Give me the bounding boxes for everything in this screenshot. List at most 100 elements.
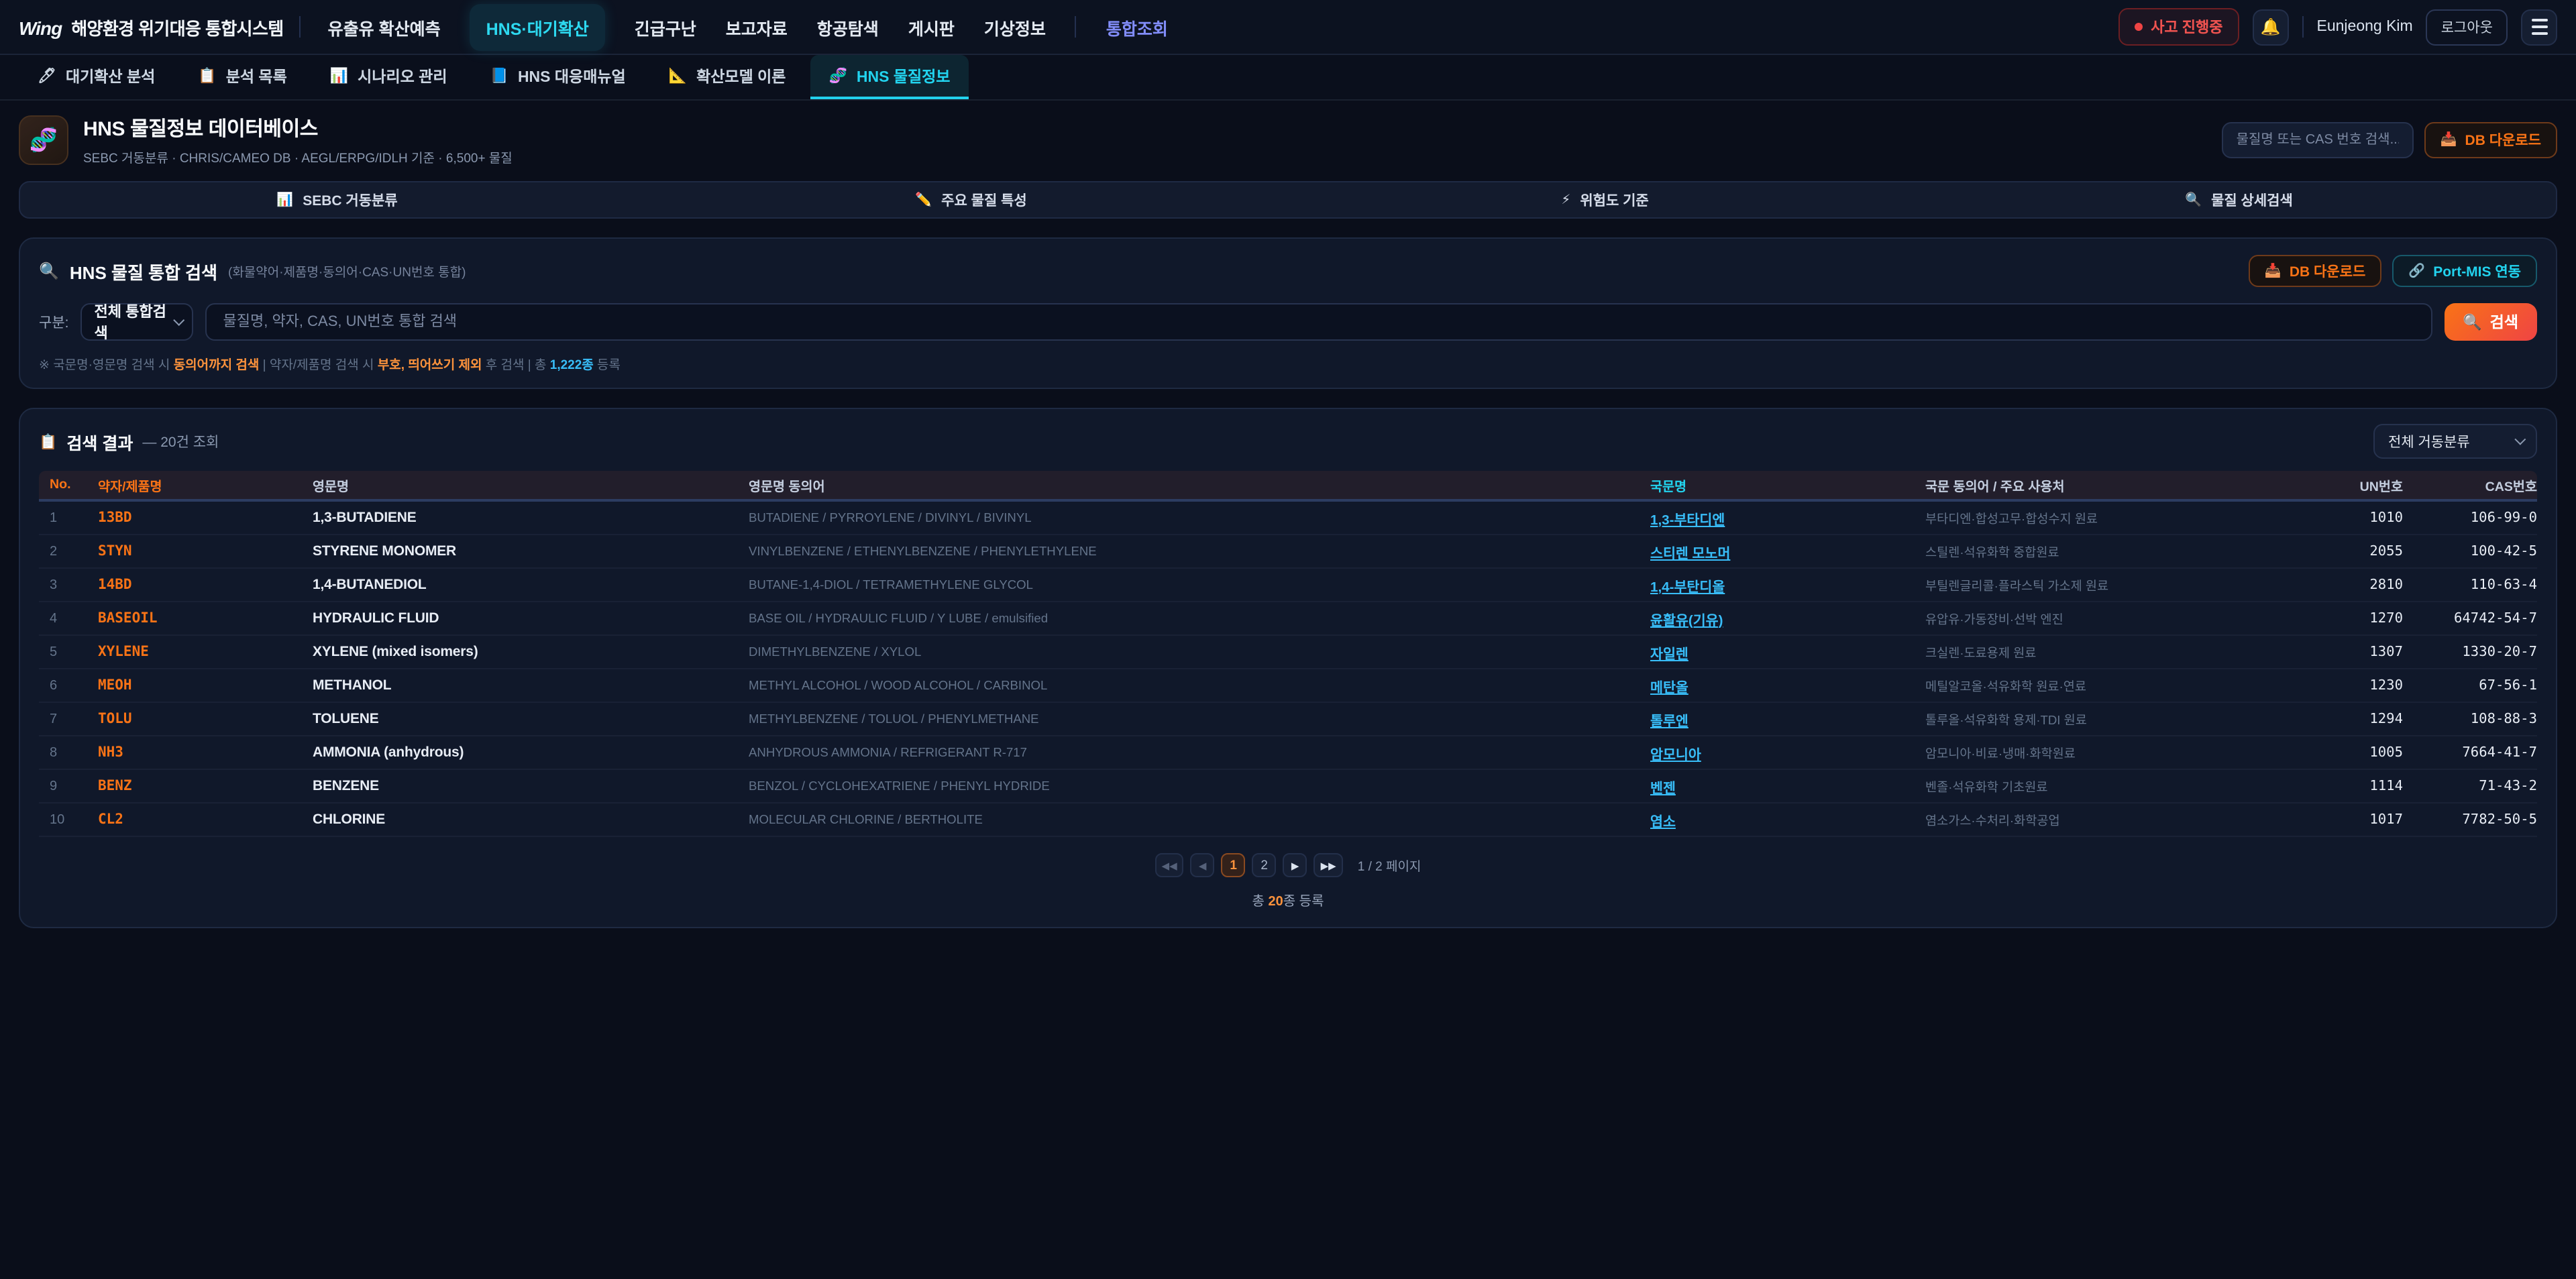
cell-abbr: CL2	[98, 812, 313, 828]
table-row[interactable]: 6 MEOH METHANOL METHYL ALCOHOL / WOOD AL…	[39, 669, 2537, 703]
table-row[interactable]: 1 13BD 1,3-BUTADIENE BUTADIENE / PYRROYL…	[39, 502, 2537, 535]
cell-korean-name-link[interactable]: 암모니아	[1650, 742, 1925, 763]
cell-no: 1	[39, 510, 98, 525]
pagination-last-button[interactable]: ▶▶	[1314, 853, 1343, 877]
cell-abbr: STYN	[98, 543, 313, 559]
db-download-button[interactable]: 📥 DB 다운로드	[2249, 255, 2381, 287]
table-row[interactable]: 7 TOLU TOLUENE METHYLBENZENE / TOLUOL / …	[39, 703, 2537, 736]
page-header-actions: 📥 DB 다운로드	[2222, 122, 2557, 158]
lightning-icon: ⚡	[1561, 192, 1570, 207]
filter-detail-search[interactable]: 🔍 물질 상세검색	[1922, 182, 2556, 217]
tab-hns-manual[interactable]: 📘 HNS 대응매뉴얼	[472, 55, 645, 99]
hint-highlight: 동의어까지 검색	[174, 358, 260, 373]
chevron-down-icon	[173, 315, 184, 325]
filter-risk-criteria[interactable]: ⚡ 위험도 기준	[1288, 182, 1922, 217]
quick-search-input[interactable]	[2222, 122, 2414, 158]
db-download-button[interactable]: 📥 DB 다운로드	[2424, 122, 2557, 158]
cell-cas-number: 1330-20-7	[2403, 644, 2537, 660]
nav-item-air-search[interactable]: 항공탐색	[817, 14, 879, 40]
nav-item-board[interactable]: 게시판	[908, 14, 955, 40]
bar-chart-icon: 📊	[330, 67, 348, 85]
pagination-page-2[interactable]: 2	[1252, 853, 1277, 877]
cell-no: 10	[39, 812, 98, 827]
cell-cas-number: 64742-54-7	[2403, 610, 2537, 626]
results-panel: 📋 검색 결과 — 20건 조회 전체 거동분류 No. 약자/제품명 영문명 …	[19, 408, 2557, 928]
search-button[interactable]: 🔍 검색	[2444, 303, 2537, 341]
logout-button[interactable]: 로그아웃	[2426, 9, 2508, 45]
tab-dispersion-analysis[interactable]: 🖊 대기확산 분석	[19, 55, 174, 99]
nav-item-reports[interactable]: 보고자료	[726, 14, 788, 40]
search-type-label: 구분:	[39, 312, 69, 332]
pagination-next-button[interactable]: ▶	[1283, 853, 1307, 877]
incident-status-badge[interactable]: 사고 진행중	[2118, 8, 2239, 46]
ruler-icon: 📐	[669, 67, 687, 85]
cell-un-number: 1307	[2282, 644, 2403, 660]
cell-korean-synonyms: 크실렌·도료용제 원료	[1925, 643, 2282, 661]
cell-un-number: 1017	[2282, 812, 2403, 828]
table-row[interactable]: 5 XYLENE XYLENE (mixed isomers) DIMETHYL…	[39, 636, 2537, 669]
cell-abbr: MEOH	[98, 677, 313, 693]
portmis-link-button[interactable]: 🔗 Port-MIS 연동	[2392, 255, 2537, 287]
search-icon: 🔍	[2463, 313, 2482, 331]
search-type-value: 전체 통합검색	[95, 300, 173, 343]
menu-button[interactable]	[2521, 9, 2557, 45]
pagination-label: 1 / 2 페이지	[1358, 856, 1421, 875]
cell-english-name: METHANOL	[313, 677, 749, 693]
cell-english-name: STYRENE MONOMER	[313, 543, 749, 559]
nav-item-integrated-lookup[interactable]: 통합조회	[1106, 14, 1168, 40]
search-input[interactable]	[206, 303, 2432, 341]
behavior-class-select[interactable]: 전체 거동분류	[2373, 424, 2537, 459]
pagination-prev-button[interactable]: ◀	[1191, 853, 1215, 877]
cell-korean-name-link[interactable]: 윤활유(기유)	[1650, 608, 1925, 628]
nav-item-hns-dispersion[interactable]: HNS·대기확산	[470, 3, 605, 50]
link-icon: 🔗	[2408, 264, 2425, 278]
cell-no: 6	[39, 678, 98, 693]
cell-korean-name-link[interactable]: 스티렌 모노머	[1650, 541, 1925, 561]
search-form: 구분: 전체 통합검색 🔍 검색	[39, 303, 2537, 341]
pagination-page-1[interactable]: 1	[1222, 853, 1246, 877]
table-row[interactable]: 3 14BD 1,4-BUTANEDIOL BUTANE-1,4-DIOL / …	[39, 569, 2537, 602]
table-row[interactable]: 8 NH3 AMMONIA (anhydrous) ANHYDROUS AMMO…	[39, 736, 2537, 770]
cell-korean-name-link[interactable]: 자일렌	[1650, 642, 1925, 662]
table-row[interactable]: 4 BASEOIL HYDRAULIC FLUID BASE OIL / HYD…	[39, 602, 2537, 636]
tab-label: 시나리오 관리	[358, 65, 447, 87]
cell-korean-name-link[interactable]: 염소	[1650, 810, 1925, 830]
cell-english-name: TOLUENE	[313, 711, 749, 727]
cell-korean-name-link[interactable]: 톨루엔	[1650, 709, 1925, 729]
table-row[interactable]: 2 STYN STYRENE MONOMER VINYLBENZENE / ET…	[39, 535, 2537, 569]
nav-item-oil-spill[interactable]: 유출유 확산예측	[328, 14, 441, 40]
nav-item-weather[interactable]: 기상정보	[984, 14, 1046, 40]
cell-korean-synonyms: 염소가스·수처리·화학공업	[1925, 810, 2282, 829]
table-row[interactable]: 9 BENZ BENZENE BENZOL / CYCLOHEXATRIENE …	[39, 770, 2537, 803]
filter-sebc-classification[interactable]: 📊 SEBC 거동분류	[20, 182, 654, 217]
behavior-class-value: 전체 거동분류	[2388, 431, 2470, 451]
pagination: ◀◀ ◀ 1 2 ▶ ▶▶ 1 / 2 페이지	[39, 853, 2537, 877]
status-badge-label: 사고 진행중	[2151, 16, 2222, 38]
hint-highlight: 부호, 띄어쓰기 제외	[378, 358, 482, 373]
logo-text: 해양환경 위기대응 통합시스템	[71, 14, 283, 40]
results-title: 검색 결과	[66, 429, 133, 454]
tab-model-theory[interactable]: 📐 확산모델 이론	[650, 55, 805, 99]
tab-hns-substance-info[interactable]: 🧬 HNS 물질정보	[810, 55, 969, 99]
table-row[interactable]: 10 CL2 CHLORINE MOLECULAR CHLORINE / BER…	[39, 803, 2537, 837]
cell-korean-name-link[interactable]: 메탄올	[1650, 675, 1925, 696]
filter-key-properties[interactable]: ✏️ 주요 물질 특성	[654, 182, 1288, 217]
cell-korean-name-link[interactable]: 벤젠	[1650, 776, 1925, 796]
nav-item-rescue[interactable]: 긴급구난	[635, 14, 696, 40]
cell-english-name: BENZENE	[313, 778, 749, 794]
search-type-select[interactable]: 전체 통합검색	[81, 303, 194, 341]
cell-korean-name-link[interactable]: 1,4-부탄디올	[1650, 575, 1925, 595]
notification-button[interactable]: 🔔	[2253, 9, 2289, 45]
cell-korean-name-link[interactable]: 1,3-부타디엔	[1650, 508, 1925, 528]
page-header: 🧬 HNS 물질정보 데이터베이스 SEBC 거동분류 · CHRIS/CAME…	[0, 101, 2576, 177]
divider	[300, 16, 301, 38]
filter-label: 위험도 기준	[1580, 190, 1648, 210]
tab-scenario-management[interactable]: 📊 시나리오 관리	[311, 55, 466, 99]
clipboard-icon: 📋	[198, 67, 216, 85]
search-icon: 🔍	[2185, 192, 2202, 207]
col-english-synonyms: 영문명 동의어	[749, 476, 1650, 494]
cell-no: 3	[39, 577, 98, 592]
tab-analysis-list[interactable]: 📋 분석 목록	[179, 55, 305, 99]
clipboard-icon: 📋	[39, 433, 57, 450]
pagination-first-button[interactable]: ◀◀	[1155, 853, 1184, 877]
